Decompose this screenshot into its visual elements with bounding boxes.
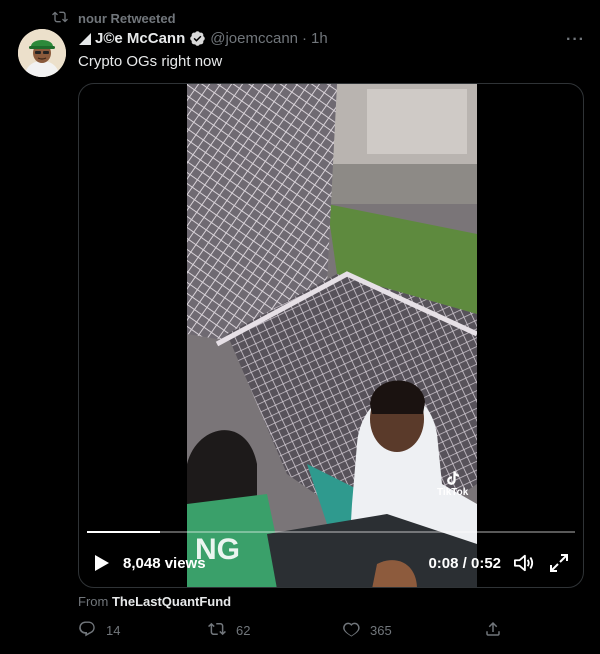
source-attribution: From TheLastQuantFund	[78, 594, 231, 609]
share-icon	[484, 620, 502, 641]
author-handle[interactable]: @joemccann	[210, 30, 298, 47]
tweet-timestamp[interactable]: 1h	[311, 30, 328, 47]
video-player[interactable]: NG TikTok 8,048 views 0:08 / 0:52	[78, 83, 584, 588]
volume-icon[interactable]	[513, 553, 535, 573]
video-frame[interactable]: NG TikTok	[187, 84, 477, 587]
source-prefix: From	[78, 594, 109, 609]
heart-icon	[342, 620, 360, 641]
tiktok-watermark: TikTok	[437, 469, 468, 498]
tiktok-icon	[446, 471, 459, 485]
tweet-actions: 14 62 365	[78, 620, 518, 644]
tweet-header: J©e McCann @joemccann · 1h	[78, 30, 328, 47]
retweet-button[interactable]: 62	[208, 620, 250, 641]
fullscreen-icon[interactable]	[549, 553, 569, 573]
like-button[interactable]: 365	[342, 620, 392, 641]
video-controls: 8,048 views 0:08 / 0:52	[79, 531, 583, 587]
retweet-count: 62	[236, 623, 251, 638]
header-separator: ·	[302, 30, 308, 47]
reply-icon	[78, 620, 96, 641]
tweet-text: Crypto OGs right now	[78, 53, 223, 70]
video-progress-fill	[87, 531, 161, 533]
retweeted-by-label[interactable]: nour Retweeted	[78, 11, 176, 26]
view-count: 8,048 views	[123, 555, 206, 572]
triangle-icon	[79, 32, 91, 45]
like-count: 365	[370, 623, 392, 638]
video-timecode: 0:08 / 0:52	[428, 555, 501, 572]
author-name-text: J©e McCann	[95, 30, 186, 47]
author-avatar[interactable]	[18, 29, 66, 77]
video-progress-bar[interactable]	[87, 531, 575, 533]
retweet-icon	[52, 9, 68, 28]
play-icon[interactable]	[91, 553, 111, 573]
share-button[interactable]	[484, 620, 502, 641]
avatar-illustration	[18, 29, 66, 77]
retweeted-by-row: nour Retweeted	[52, 9, 176, 28]
retweet-action-icon	[208, 620, 226, 641]
source-name-link[interactable]: TheLastQuantFund	[112, 594, 231, 609]
reply-button[interactable]: 14	[78, 620, 120, 641]
author-display-name[interactable]: J©e McCann	[78, 30, 185, 47]
more-options-icon[interactable]: ···	[566, 31, 585, 49]
tiktok-label: TikTok	[437, 487, 469, 498]
video-scene: NG	[187, 84, 477, 587]
reply-count: 14	[106, 623, 121, 638]
verified-badge-icon	[189, 30, 206, 47]
